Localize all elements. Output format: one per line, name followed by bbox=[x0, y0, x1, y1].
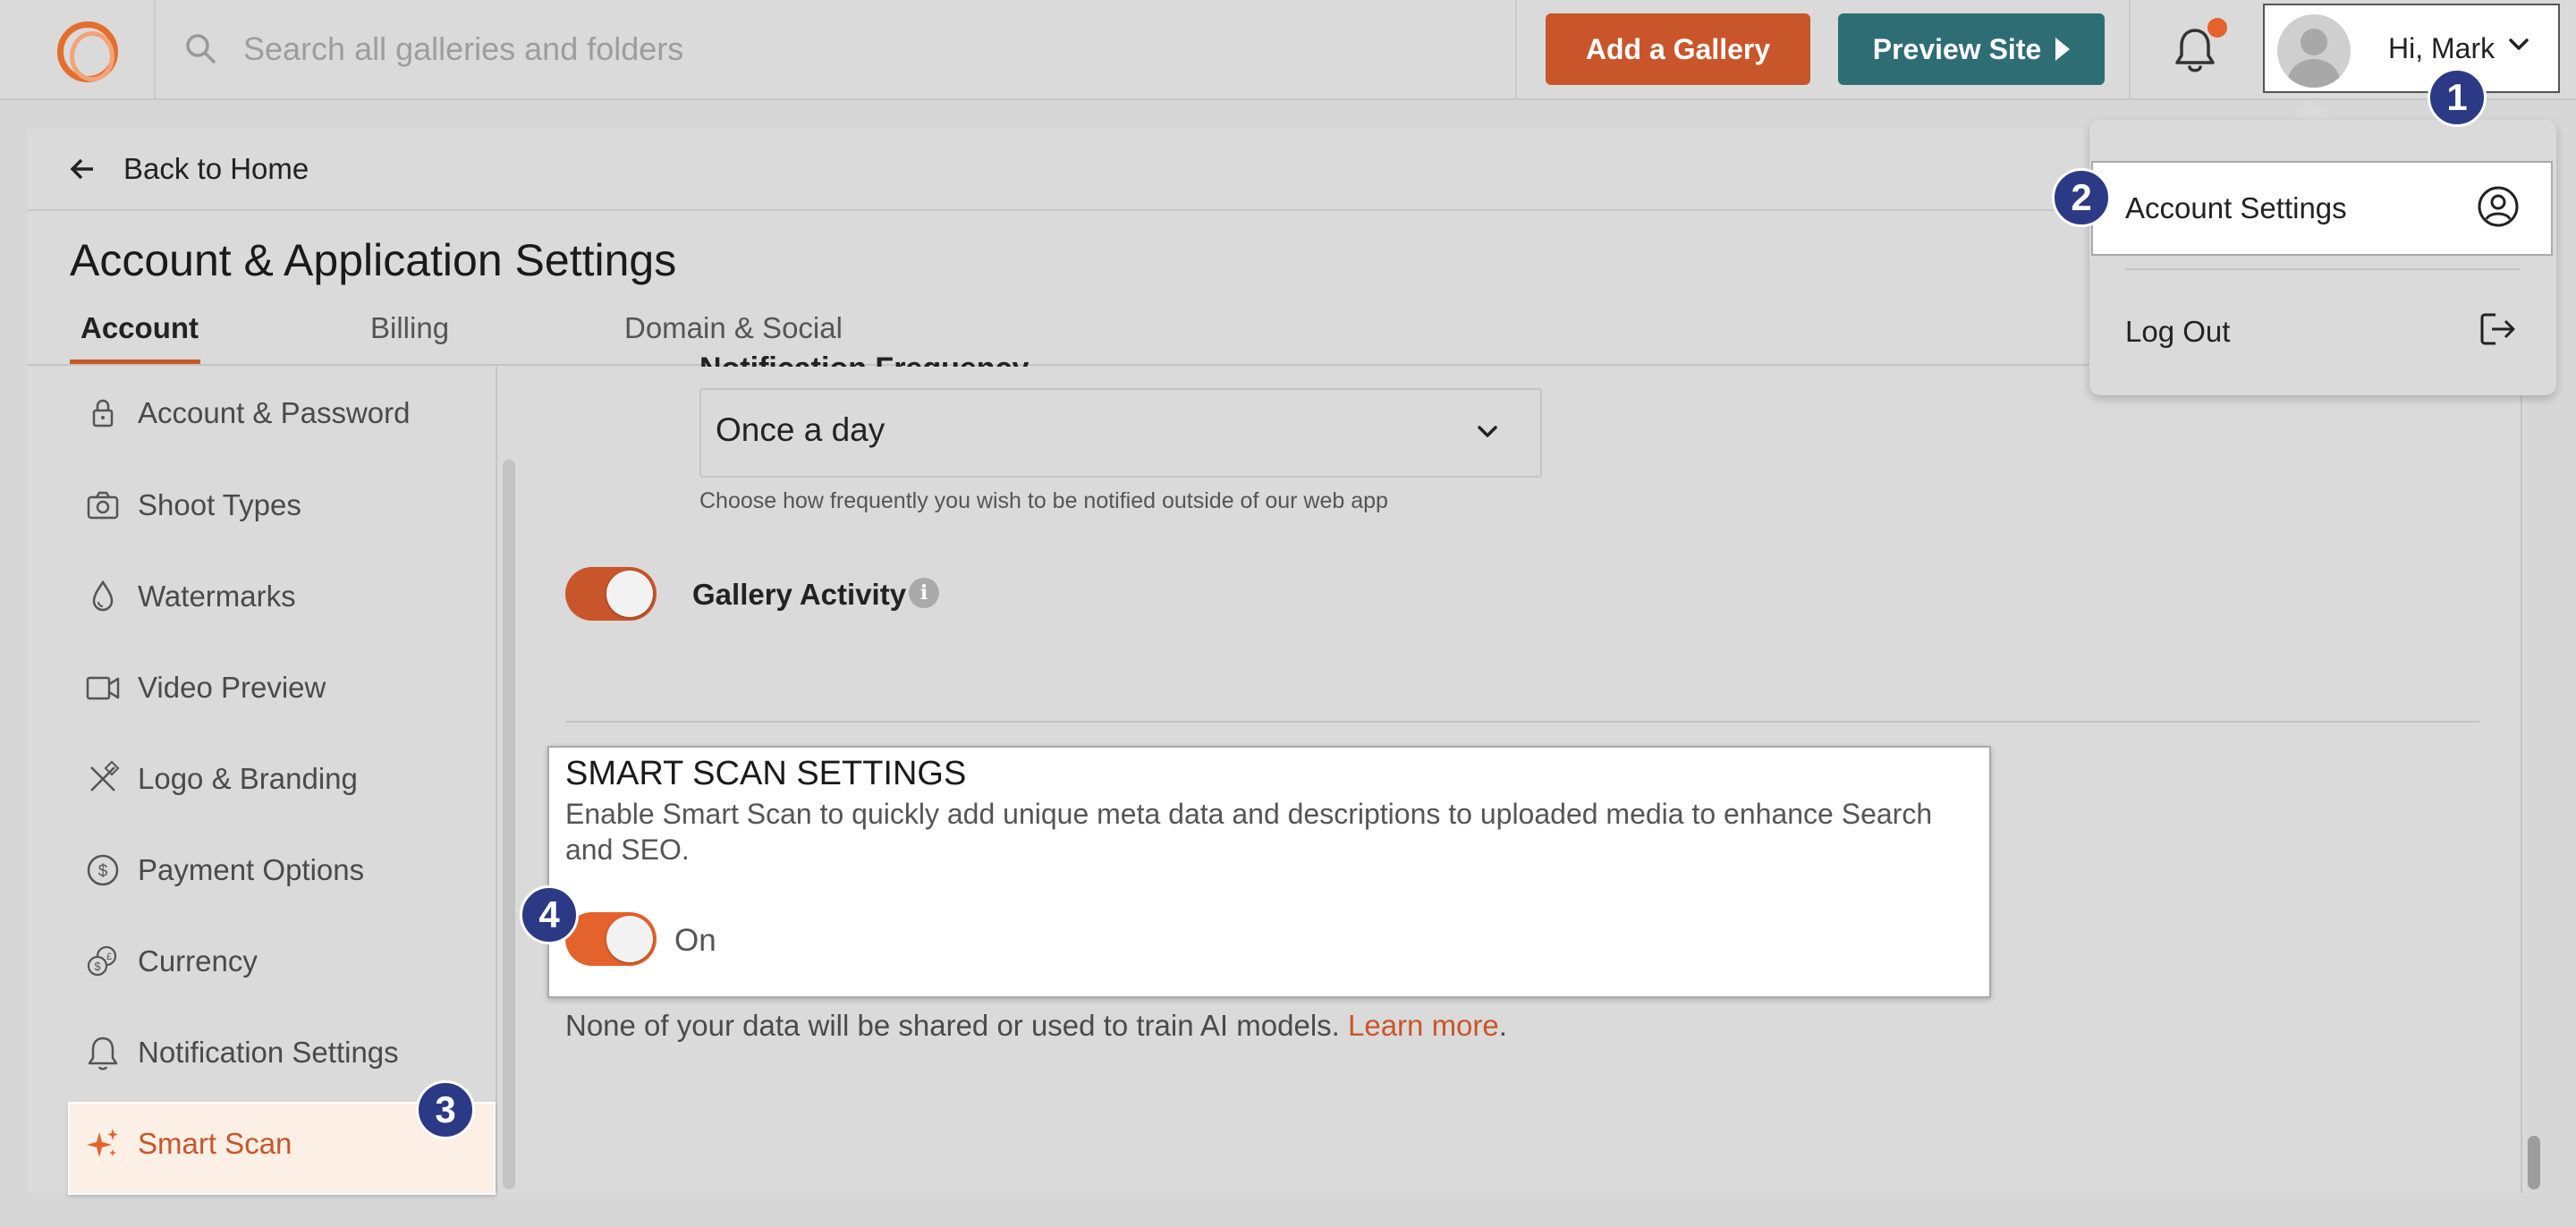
camera-icon bbox=[87, 491, 119, 520]
preview-site-button[interactable]: Preview Site bbox=[1838, 13, 2105, 85]
account-settings-label: Account Settings bbox=[2125, 191, 2347, 224]
divider bbox=[2129, 0, 2131, 100]
divider bbox=[1515, 0, 1517, 100]
sidebar-item-notification-settings[interactable]: Notification Settings bbox=[84, 1026, 478, 1079]
notification-frequency-label: Notification Frequency bbox=[699, 340, 1029, 367]
smart-scan-note: None of your data will be shared or used… bbox=[565, 1009, 1507, 1043]
sidebar-item-logo-branding[interactable]: Logo & Branding bbox=[84, 752, 478, 806]
sidebar-divider bbox=[496, 367, 497, 1193]
smart-scan-description: Enable Smart Scan to quickly add unique … bbox=[565, 798, 1933, 866]
sidebar-item-label: Notification Settings bbox=[138, 1036, 399, 1069]
logo-icon[interactable] bbox=[57, 21, 118, 82]
smart-scan-note-text: None of your data will be shared or used… bbox=[565, 1009, 1340, 1042]
add-gallery-label: Add a Gallery bbox=[1585, 32, 1771, 65]
step-badge: 3 bbox=[416, 1080, 475, 1139]
learn-more-link[interactable]: Learn more bbox=[1348, 1009, 1499, 1042]
dollar-circle-icon: $ bbox=[87, 854, 119, 886]
log-out-label[interactable]: Log Out bbox=[2125, 315, 2230, 349]
main-scrollbar[interactable] bbox=[2528, 1136, 2540, 1189]
section-divider bbox=[565, 721, 2479, 723]
bell-icon bbox=[88, 1037, 118, 1070]
page-title: Account & Application Settings bbox=[70, 235, 677, 285]
sidebar-item-account-password[interactable]: Account & Password bbox=[84, 386, 478, 440]
coins-icon: $£ bbox=[87, 945, 117, 977]
smart-scan-title: SMART SCAN SETTINGS bbox=[565, 755, 967, 792]
chevron-down-icon bbox=[1478, 426, 1497, 437]
step-badge: 4 bbox=[520, 885, 579, 944]
search-icon bbox=[186, 34, 216, 63]
sidebar-item-label: Currency bbox=[138, 944, 258, 977]
user-greeting: Hi, Mark bbox=[2388, 32, 2496, 64]
step-badge: 2 bbox=[2052, 168, 2111, 227]
sidebar-item-video-preview[interactable]: Video Preview bbox=[84, 661, 478, 715]
sidebar-item-label: Smart Scan bbox=[138, 1127, 292, 1160]
tab-billing[interactable]: Billing bbox=[370, 311, 449, 345]
sidebar-item-watermarks[interactable]: Watermarks bbox=[84, 570, 478, 623]
sidebar-item-currency[interactable]: $ £ Currency bbox=[84, 935, 478, 988]
preview-site-label: Preview Site bbox=[1872, 32, 2042, 65]
sidebar-item-label: Payment Options bbox=[138, 853, 365, 886]
svg-text:$: $ bbox=[98, 862, 108, 881]
user-menu-button[interactable]: Hi, Mark bbox=[2263, 4, 2560, 93]
smart-scan-toggle[interactable] bbox=[565, 912, 657, 966]
notification-frequency-value: Once a day bbox=[716, 411, 886, 448]
sidebar-item-payment-options[interactable]: $ Payment Options bbox=[84, 843, 478, 897]
sidebar-item-label: Watermarks bbox=[138, 580, 296, 613]
back-arrow-icon[interactable] bbox=[70, 157, 95, 181]
sidebar-item-label: Account & Password bbox=[138, 396, 411, 429]
sidebar-item-shoot-types[interactable]: Shoot Types bbox=[84, 478, 478, 532]
play-icon bbox=[2055, 38, 2071, 61]
divider bbox=[154, 0, 156, 100]
back-to-home-link[interactable]: Back to Home bbox=[123, 152, 309, 186]
notification-frequency-help: Choose how frequently you wish to be not… bbox=[699, 488, 1388, 513]
logout-icon[interactable] bbox=[2476, 308, 2519, 351]
avatar bbox=[2277, 14, 2351, 88]
sidebar-item-label: Logo & Branding bbox=[138, 762, 358, 795]
sparkle-icon bbox=[87, 1129, 118, 1157]
tab-account[interactable]: Account bbox=[80, 311, 199, 345]
notification-dot bbox=[2207, 18, 2227, 38]
sidebar-item-label: Shoot Types bbox=[138, 488, 301, 521]
brush-icon bbox=[90, 760, 120, 791]
note-period: . bbox=[1498, 1009, 1507, 1042]
info-icon[interactable]: i bbox=[909, 578, 939, 608]
user-circle-icon bbox=[2478, 186, 2519, 227]
svg-text:£: £ bbox=[106, 952, 112, 962]
gallery-activity-toggle[interactable] bbox=[565, 567, 657, 621]
sidebar-item-smart-scan[interactable]: Smart Scan bbox=[84, 1117, 478, 1171]
lock-icon bbox=[92, 399, 114, 427]
chevron-down-icon bbox=[2509, 38, 2529, 50]
video-icon bbox=[86, 676, 120, 700]
svg-text:$: $ bbox=[94, 960, 101, 973]
step-badge: 1 bbox=[2428, 68, 2487, 127]
sidebar-item-label: Video Preview bbox=[138, 671, 326, 704]
smart-scan-toggle-label: On bbox=[674, 923, 716, 958]
add-gallery-button[interactable]: Add a Gallery bbox=[1546, 13, 1810, 85]
menu-divider bbox=[2125, 268, 2521, 270]
gallery-activity-label: Gallery Activity bbox=[692, 578, 907, 611]
search-input[interactable] bbox=[243, 23, 1478, 75]
sidebar-scrollbar[interactable] bbox=[503, 460, 515, 1189]
droplet-icon bbox=[92, 580, 114, 612]
